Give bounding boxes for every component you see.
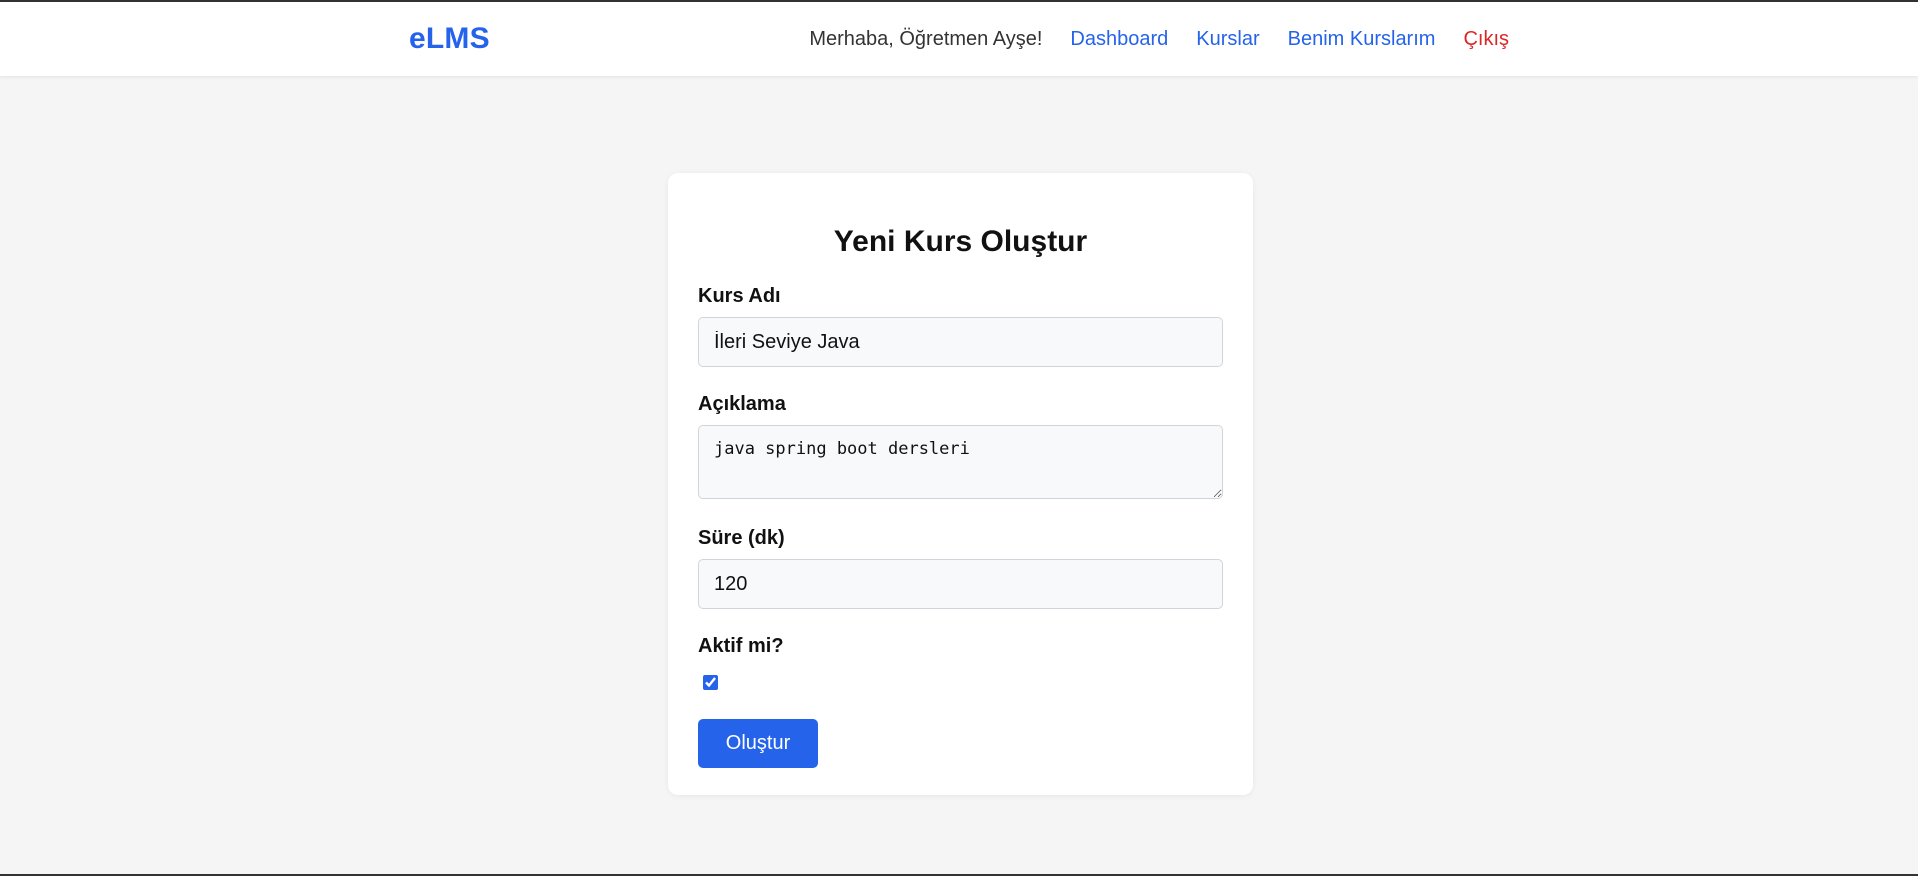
course-name-input[interactable] <box>698 317 1223 367</box>
duration-label: Süre (dk) <box>698 527 785 549</box>
nav-links: Merhaba, Öğretmen Ayşe! Dashboard Kursla… <box>809 28 1509 51</box>
active-checkbox-wrap <box>698 667 1223 697</box>
user-greeting: Merhaba, Öğretmen Ayşe! <box>809 27 1043 50</box>
description-textarea[interactable]: java spring boot dersleri <box>698 425 1223 499</box>
create-button[interactable]: Oluştur <box>698 719 818 768</box>
form-title: Yeni Kurs Oluştur <box>833 225 1088 258</box>
active-checkbox[interactable] <box>703 674 718 690</box>
nav-link-courses[interactable]: Kurslar <box>1196 28 1259 51</box>
nav-link-dashboard[interactable]: Dashboard <box>1070 28 1168 51</box>
course-name-label: Kurs Adı <box>698 285 781 307</box>
nav-link-my-courses[interactable]: Benim Kurslarım <box>1288 28 1436 51</box>
active-label: Aktif mi? <box>698 635 784 657</box>
brand-logo[interactable]: eLMS <box>409 22 490 56</box>
description-label: Açıklama <box>698 393 786 415</box>
duration-input[interactable] <box>698 559 1223 609</box>
top-navbar: eLMS Merhaba, Öğretmen Ayşe! Dashboard K… <box>0 2 1918 76</box>
nav-link-logout[interactable]: Çıkış <box>1463 28 1509 51</box>
create-course-card: Yeni Kurs Oluştur Kurs Adı Açıklama java… <box>668 173 1253 795</box>
